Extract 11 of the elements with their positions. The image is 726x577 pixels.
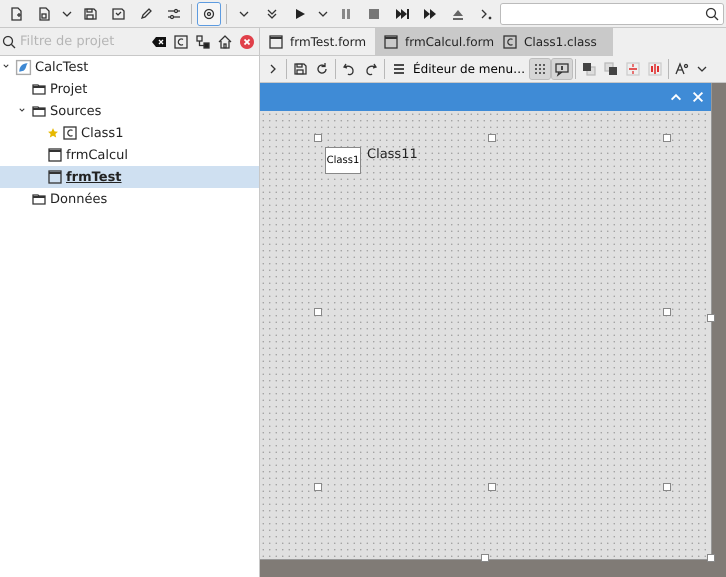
tree-item[interactable]: Données [50, 192, 108, 206]
menu-editor-button[interactable]: Éditeur de menu… [387, 59, 530, 79]
tree-item[interactable]: frmTest [66, 170, 122, 184]
tree-item[interactable]: Class1 [81, 126, 124, 140]
form-button[interactable]: Class1 [325, 147, 361, 174]
tree-item[interactable]: Projet [50, 82, 88, 96]
tree-item[interactable]: frmCalcul [66, 148, 128, 162]
tree-item[interactable]: CalcTest [35, 60, 88, 74]
tab[interactable]: frmTest.form [260, 28, 375, 55]
form-label[interactable]: Class11 [367, 146, 418, 162]
tree-item[interactable]: Sources [50, 104, 102, 118]
